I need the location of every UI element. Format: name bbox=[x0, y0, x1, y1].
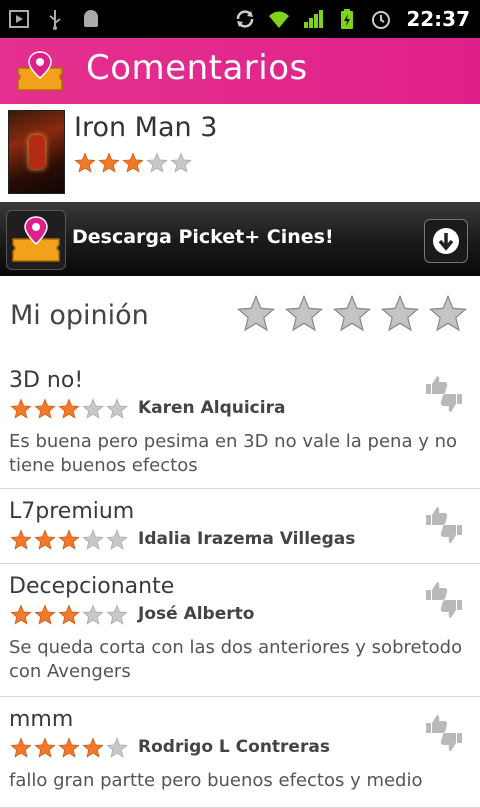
thumbs-vote-icon[interactable] bbox=[422, 578, 466, 622]
star-filled-icon bbox=[82, 737, 104, 758]
star-empty-icon bbox=[106, 737, 128, 758]
star-filled-icon bbox=[34, 737, 56, 758]
review-author: Idalia Irazema Villegas bbox=[138, 529, 356, 549]
review-rating bbox=[10, 529, 128, 551]
page-title: Comentarios bbox=[86, 48, 308, 88]
my-opinion: Mi opinión bbox=[0, 276, 480, 358]
ad-text: Descarga Picket+ Cines! bbox=[72, 226, 334, 248]
thumbs-vote-icon[interactable] bbox=[422, 372, 466, 416]
download-icon[interactable] bbox=[424, 219, 468, 263]
star-empty-icon bbox=[106, 529, 128, 550]
star-empty-icon[interactable] bbox=[236, 294, 276, 334]
movie-poster bbox=[8, 110, 65, 194]
my-rating-stars[interactable] bbox=[236, 294, 468, 334]
alarm-icon bbox=[372, 11, 391, 29]
review-author: José Alberto bbox=[138, 604, 255, 624]
star-filled-icon bbox=[10, 737, 32, 758]
ad-banner[interactable]: Descarga Picket+ Cines! bbox=[0, 202, 480, 276]
android-debug-icon bbox=[84, 10, 98, 27]
review-rating bbox=[10, 737, 128, 759]
star-empty-icon bbox=[82, 398, 104, 419]
sync-icon bbox=[237, 10, 254, 28]
star-filled-icon bbox=[122, 152, 144, 173]
status-right: 22:37 bbox=[234, 0, 470, 38]
poster-figure bbox=[29, 135, 45, 169]
thumbs-vote-icon[interactable] bbox=[422, 711, 466, 755]
reviews-list: 3D no! Karen Alquicira Es buena pero pesim… bbox=[0, 358, 480, 808]
review-title: 3D no! bbox=[9, 368, 84, 393]
star-empty-icon bbox=[106, 604, 128, 625]
battery-charging-icon bbox=[341, 9, 354, 29]
review-title: L7premium bbox=[9, 499, 135, 524]
star-empty-icon[interactable] bbox=[380, 294, 420, 334]
review-item: 3D no! Karen Alquicira Es buena pero pesim… bbox=[0, 358, 480, 489]
review-text: Se queda corta con las dos anteriores y … bbox=[9, 637, 463, 682]
star-filled-icon bbox=[34, 529, 56, 550]
status-bar: 22:37 bbox=[0, 0, 480, 38]
star-filled-icon bbox=[10, 529, 32, 550]
review-item: mmm Rodrigo L Contreras fallo gran partte … bbox=[0, 697, 480, 808]
star-empty-icon bbox=[170, 152, 192, 173]
clock: 22:37 bbox=[406, 7, 470, 31]
review-rating bbox=[10, 604, 128, 626]
star-empty-icon[interactable] bbox=[284, 294, 324, 334]
my-opinion-label: Mi opinión bbox=[10, 300, 149, 331]
review-item: L7premium Idalia Irazema Villegas bbox=[0, 489, 480, 564]
review-title: mmm bbox=[9, 707, 74, 732]
media-icon bbox=[9, 10, 29, 28]
review-title: Decepcionante bbox=[9, 574, 175, 599]
movie-rating bbox=[74, 152, 192, 174]
movie-info: Iron Man 3 bbox=[0, 104, 480, 200]
picket-ticket-icon[interactable] bbox=[14, 50, 66, 94]
star-filled-icon bbox=[58, 604, 80, 625]
review-text: Es buena pero pesima en 3D no vale la pe… bbox=[9, 431, 458, 476]
signal-icon bbox=[304, 10, 324, 28]
star-filled-icon bbox=[74, 152, 96, 173]
star-empty-icon bbox=[106, 398, 128, 419]
status-left bbox=[8, 0, 102, 38]
review-author: Karen Alquicira bbox=[138, 398, 286, 418]
star-empty-icon bbox=[82, 529, 104, 550]
star-filled-icon bbox=[58, 737, 80, 758]
review-item: Decepcionante José Alberto Se queda corta … bbox=[0, 564, 480, 697]
review-author: Rodrigo L Contreras bbox=[138, 737, 330, 757]
star-empty-icon bbox=[146, 152, 168, 173]
star-filled-icon bbox=[10, 398, 32, 419]
usb-icon bbox=[49, 10, 61, 30]
star-filled-icon bbox=[58, 529, 80, 550]
review-rating bbox=[10, 398, 128, 420]
star-filled-icon bbox=[34, 398, 56, 419]
review-text: fallo gran partte pero buenos efectos y … bbox=[9, 770, 423, 791]
star-filled-icon bbox=[58, 398, 80, 419]
wifi-icon bbox=[269, 11, 290, 28]
star-empty-icon[interactable] bbox=[428, 294, 468, 334]
movie-title: Iron Man 3 bbox=[74, 112, 218, 143]
app-header: Comentarios bbox=[0, 38, 480, 106]
star-empty-icon[interactable] bbox=[332, 294, 372, 334]
thumbs-vote-icon[interactable] bbox=[422, 503, 466, 547]
star-filled-icon bbox=[10, 604, 32, 625]
star-filled-icon bbox=[98, 152, 120, 173]
picket-cines-logo-icon bbox=[6, 210, 66, 270]
star-filled-icon bbox=[34, 604, 56, 625]
star-empty-icon bbox=[82, 604, 104, 625]
